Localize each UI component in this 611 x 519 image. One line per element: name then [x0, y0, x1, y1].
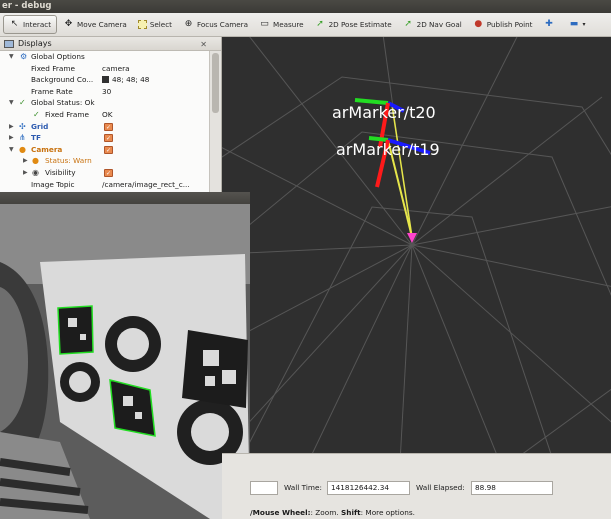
add-tool-button[interactable]: ✚ [539, 15, 563, 34]
wall-elapsed-field[interactable]: 88.98 [471, 481, 553, 495]
camera-image-window[interactable] [0, 192, 250, 519]
displays-panel-header: Displays ✕ [0, 37, 221, 51]
expand-right-icon[interactable]: ▶ [23, 155, 28, 167]
focus-camera-tool-button[interactable]: ⊕ Focus Camera [178, 15, 253, 34]
ar-marker-t20-detected [57, 305, 94, 355]
status-hint: /Mouse Wheel:: Zoom. Shift: More options… [250, 508, 416, 517]
expand-down-icon[interactable]: ▼ [9, 97, 14, 109]
marker-label-t20: arMarker/t20 [332, 103, 436, 122]
window-title: er - debug [2, 1, 52, 11]
tree-row-visibility[interactable]: ▶ ◉ Visibility ✓ [0, 167, 210, 179]
chevron-down-icon: ▾ [582, 21, 586, 28]
eye-icon: ◉ [32, 167, 39, 177]
expand-right-icon[interactable]: ▶ [9, 132, 14, 144]
ar-marker-large [182, 330, 248, 408]
tree-row-grid[interactable]: ▶ ✣ Grid ✓ [0, 121, 210, 133]
displays-tree: ▼ ⚙ Global Options Fixed Frame camera Ba… [0, 51, 210, 197]
warning-icon: ● [32, 156, 39, 166]
pose-estimate-tool-button[interactable]: ➚ 2D Pose Estimate [310, 15, 397, 34]
focus-camera-icon: ⊕ [184, 19, 193, 29]
tree-row-fixed-frame-status[interactable]: ✓ Fixed Frame OK [0, 109, 210, 121]
tree-row-global-status[interactable]: ▼ ✓ Global Status: Ok [0, 97, 210, 109]
measure-tool-button[interactable]: ▭ Measure [254, 15, 309, 34]
tree-row-tf[interactable]: ▶ ⋔ TF ✓ [0, 132, 210, 144]
displays-panel: Displays ✕ ▼ ⚙ Global Options Fixed Fram… [0, 37, 222, 197]
expand-right-icon[interactable]: ▶ [23, 167, 28, 179]
close-icon[interactable]: ✕ [200, 40, 207, 49]
3d-scene [222, 37, 611, 453]
cursor-icon: ↖ [10, 19, 19, 29]
expand-down-icon[interactable]: ▼ [9, 51, 14, 63]
pin-icon: ● [474, 19, 483, 29]
wall-time-label: Wall Time: [284, 483, 322, 492]
warning-icon: ● [19, 144, 26, 154]
wall-elapsed-label: Wall Elapsed: [416, 483, 465, 492]
interact-tool-button[interactable]: ↖ Interact [3, 15, 58, 34]
nav-goal-tool-button[interactable]: ➚ 2D Nav Goal [398, 15, 467, 34]
tree-row-fixed-frame[interactable]: Fixed Frame camera [0, 63, 210, 75]
grid-enabled-checkbox[interactable]: ✓ [104, 122, 113, 131]
3d-viewport[interactable]: arMarker/t20 arMarker/t19 [222, 37, 611, 453]
plus-icon: ✚ [545, 19, 553, 29]
tf-icon: ⋔ [19, 133, 26, 143]
window-titlebar: er - debug [0, 0, 611, 13]
select-icon [137, 20, 147, 29]
tree-row-image-topic[interactable]: Image Topic /camera/image_rect_c... [0, 179, 210, 191]
wall-time-field[interactable]: 1418126442.34 [327, 481, 410, 495]
color-swatch [102, 76, 109, 84]
tree-row-background-color[interactable]: Background Co... 48; 48; 48 [0, 74, 210, 86]
target-circle [105, 316, 161, 372]
tree-row-global-options[interactable]: ▼ ⚙ Global Options [0, 51, 210, 63]
move-camera-icon: ✥ [64, 19, 73, 29]
grid-icon: ✣ [19, 121, 26, 131]
target-circle [60, 362, 100, 402]
check-icon: ✓ [33, 109, 40, 119]
tree-row-camera-status[interactable]: ▶ ● Status: Warn [0, 155, 210, 167]
tree-row-camera[interactable]: ▼ ● Camera ✓ [0, 144, 210, 156]
check-icon: ✓ [19, 98, 26, 108]
tf-enabled-checkbox[interactable]: ✓ [104, 134, 113, 143]
ground-grid [222, 37, 611, 453]
expand-down-icon[interactable]: ▼ [9, 144, 14, 156]
tree-row-frame-rate[interactable]: Frame Rate 30 [0, 86, 210, 98]
minus-icon: ▬ [569, 19, 579, 29]
camera-image [0, 204, 250, 519]
pose-arrow-icon: ➚ [316, 19, 324, 29]
expand-right-icon[interactable]: ▶ [9, 121, 14, 133]
select-tool-button[interactable]: Select [133, 15, 177, 34]
camera-enabled-checkbox[interactable]: ✓ [104, 145, 113, 154]
nav-goal-arrow-icon: ➚ [404, 19, 412, 29]
gear-icon: ⚙ [20, 52, 28, 61]
ruler-icon: ▭ [260, 19, 269, 29]
publish-point-tool-button[interactable]: ● Publish Point [468, 15, 538, 34]
move-camera-tool-button[interactable]: ✥ Move Camera [58, 15, 132, 34]
monitor-icon [4, 39, 14, 48]
ros-elapsed-field[interactable] [250, 481, 278, 495]
remove-tool-button[interactable]: ▬ ▾ [564, 15, 591, 34]
visibility-checkbox[interactable]: ✓ [104, 168, 113, 177]
tool-toolbar: ↖ Interact ✥ Move Camera Select ⊕ Focus … [0, 13, 611, 37]
displays-title: Displays [18, 39, 52, 48]
marker-label-t19: arMarker/t19 [336, 140, 440, 159]
displays-scrollbar[interactable] [209, 51, 221, 197]
